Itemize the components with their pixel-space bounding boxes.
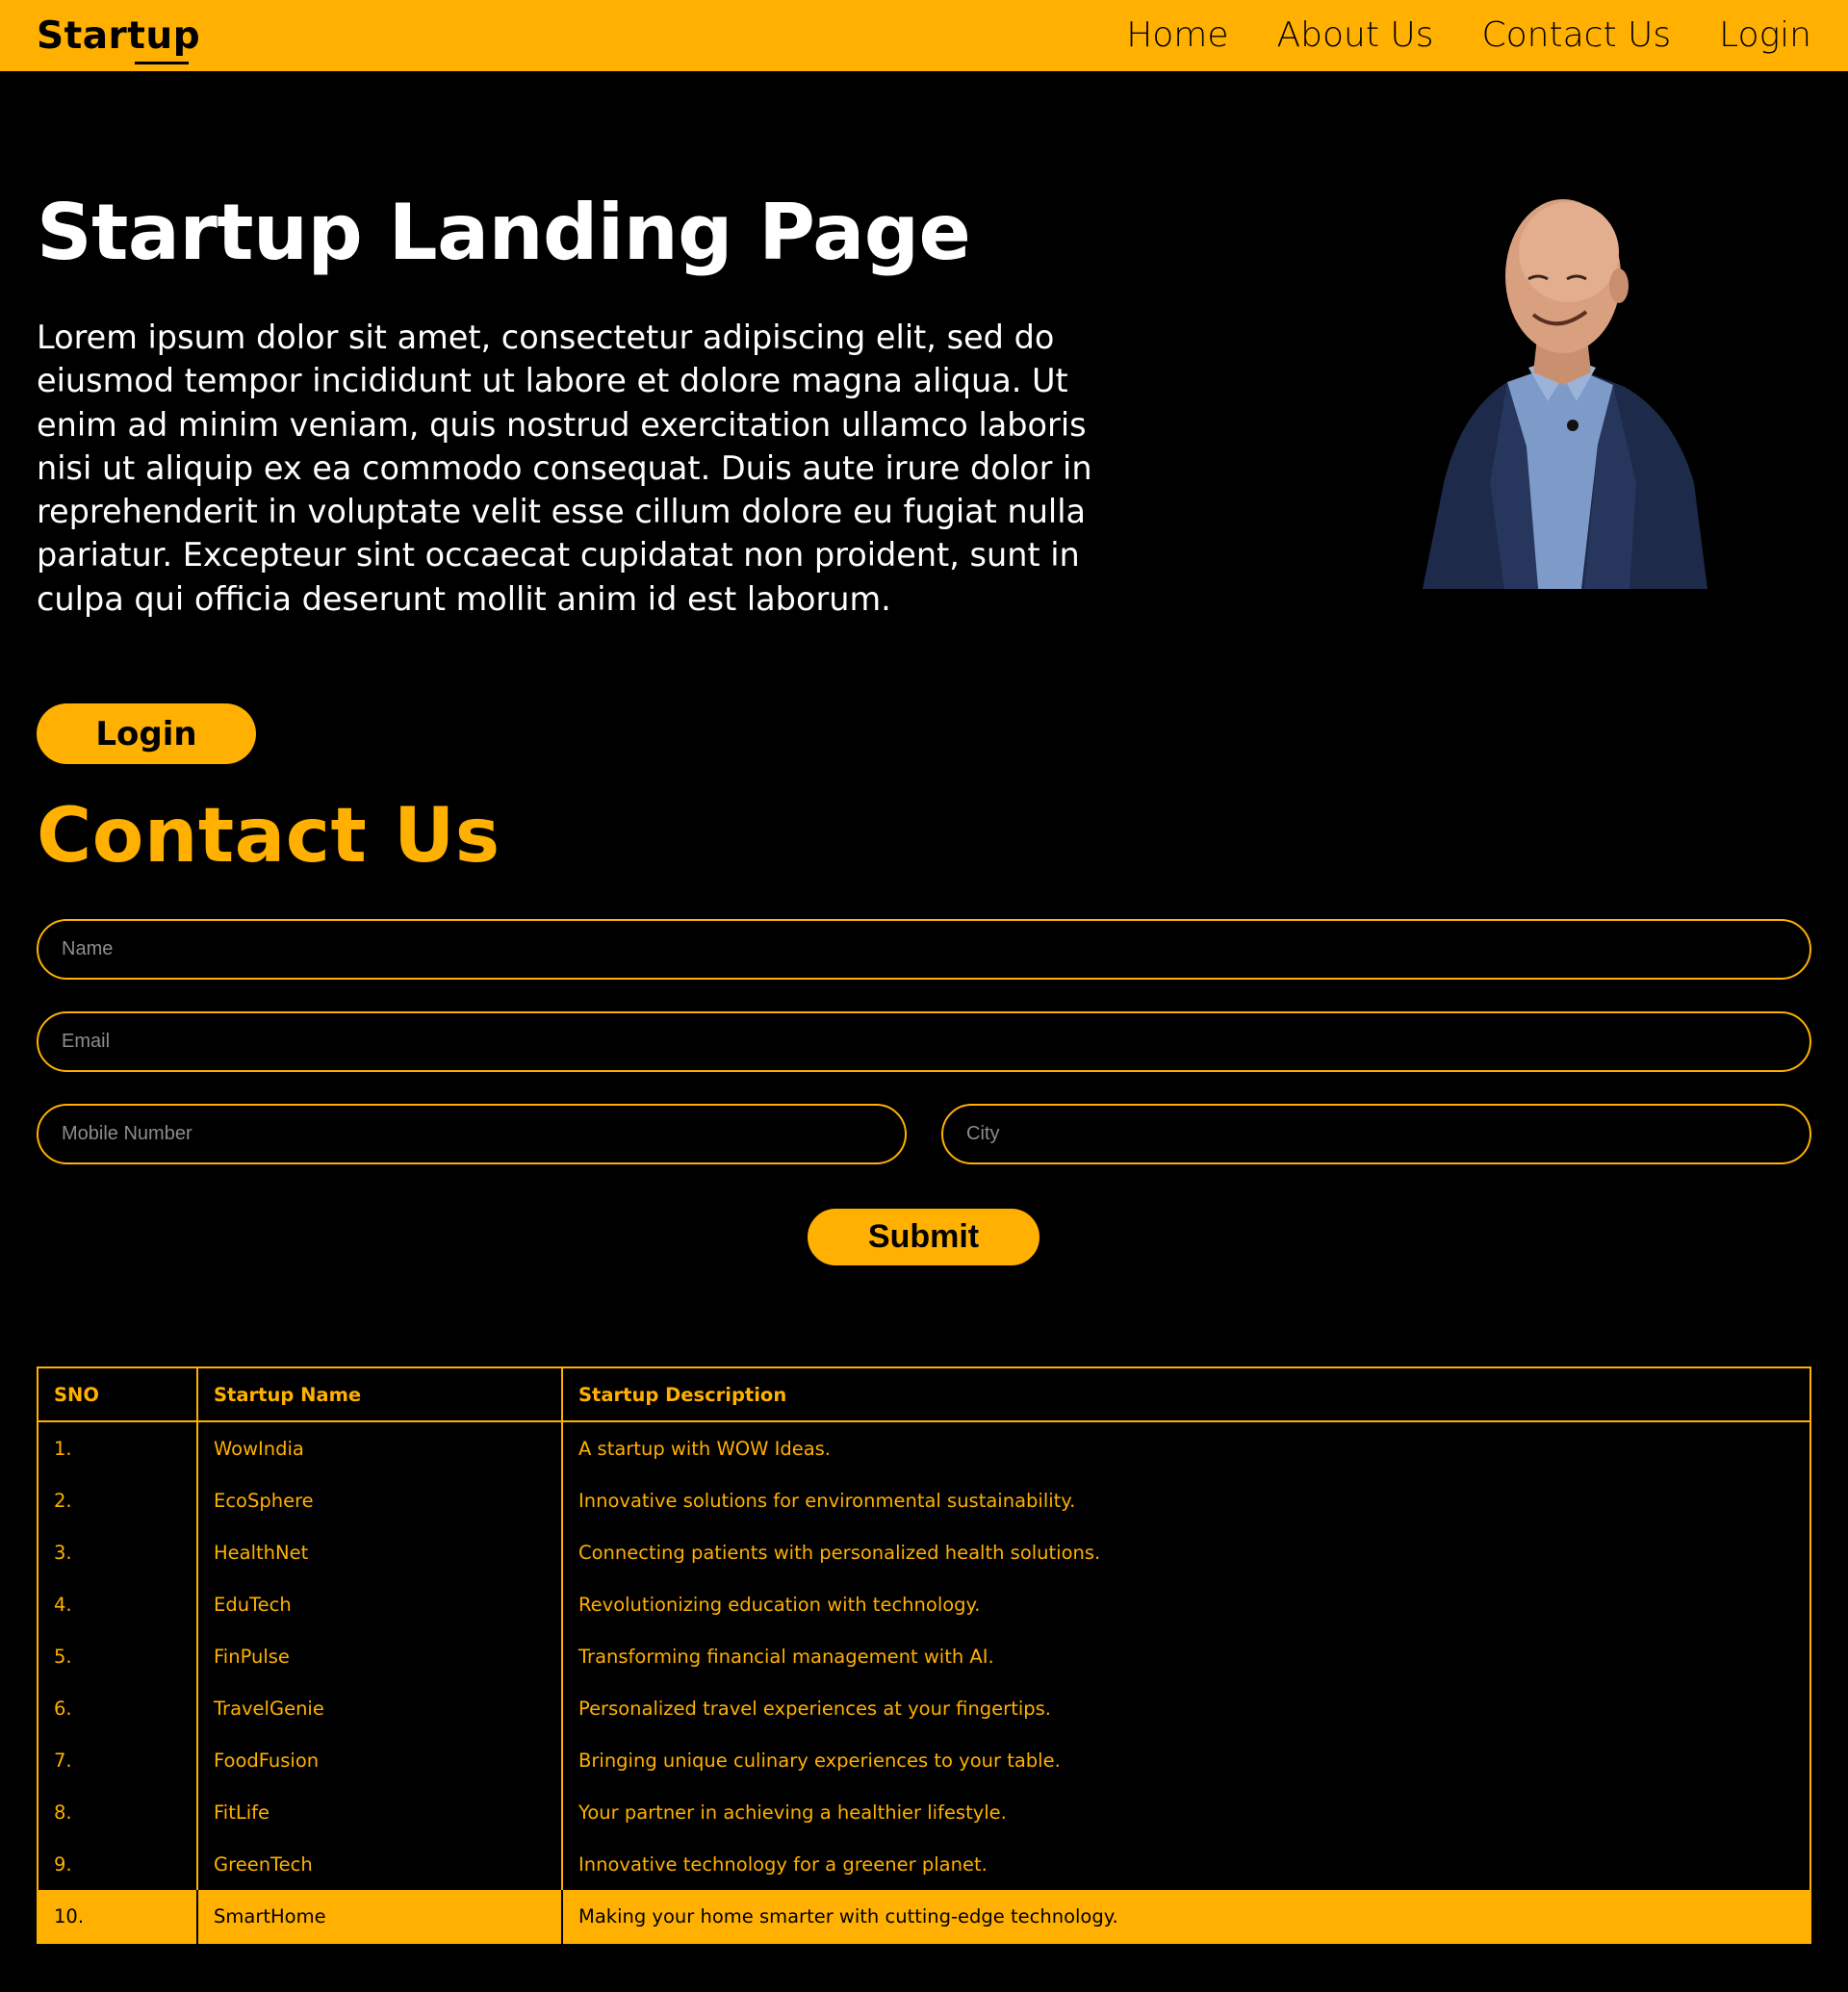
column-header-startup-name: Startup Name — [197, 1367, 563, 1422]
cell-sno: 2. — [38, 1474, 198, 1526]
table-row: 5. FinPulse Transforming financial manag… — [38, 1630, 1810, 1682]
logo-text: Startup — [37, 13, 201, 58]
cell-sno: 3. — [38, 1526, 198, 1578]
nav-link-home[interactable]: Home — [1126, 18, 1228, 53]
submit-button[interactable]: Submit — [806, 1207, 1041, 1267]
cell-startup-description: Your partner in achieving a healthier li… — [578, 1800, 1007, 1824]
cell-sno: 5. — [38, 1630, 198, 1682]
cell-startup-description: Making your home smarter with cutting-ed… — [562, 1890, 1810, 1943]
email-field[interactable] — [37, 1011, 1811, 1072]
cell-startup-name: EcoSphere — [197, 1474, 563, 1526]
hero-login-button[interactable]: Login — [37, 703, 256, 764]
cell-startup-name: FoodFusion — [197, 1734, 563, 1786]
table-row: 3. HealthNet Connecting patients with pe… — [38, 1526, 1810, 1578]
logo-underline — [135, 61, 189, 64]
cell-startup-name: FitLife — [197, 1786, 563, 1838]
cell-startup-description: Bringing unique culinary experiences to … — [578, 1749, 1061, 1772]
cell-sno: 10. — [38, 1890, 198, 1943]
hero-text: Startup Landing Page Lorem ipsum dolor s… — [37, 194, 1115, 621]
cell-startup-name: EduTech — [197, 1578, 563, 1630]
founder-photo — [1394, 194, 1734, 589]
startup-table-container: SNO Startup Name Startup Description 1. … — [37, 1366, 1811, 1944]
nav-link-contact-us[interactable]: Contact Us — [1482, 18, 1672, 53]
cell-startup-description: A startup with WOW Ideas. — [578, 1437, 832, 1460]
cell-sno: 9. — [38, 1838, 198, 1890]
hero-description: Lorem ipsum dolor sit amet, consectetur … — [37, 319, 1092, 618]
cell-startup-description: Revolutionizing education with technolog… — [578, 1593, 981, 1616]
contact-title: Contact Us — [37, 793, 500, 880]
table-row: 9. GreenTech Innovative technology for a… — [38, 1838, 1810, 1890]
cell-startup-description: Transforming financial management with A… — [578, 1645, 994, 1668]
cell-startup-description: Innovative solutions for environmental s… — [578, 1489, 1076, 1512]
top-navbar: Startup Home About Us Contact Us Login — [0, 0, 1848, 71]
nav-links: Home About Us Contact Us Login — [1126, 18, 1811, 53]
cell-startup-description: Personalized travel experiences at your … — [578, 1697, 1051, 1720]
table-row: 4. EduTech Revolutionizing education wit… — [38, 1578, 1810, 1630]
nav-link-login[interactable]: Login — [1719, 18, 1811, 53]
table-row: 8. FitLife Your partner in achieving a h… — [38, 1786, 1810, 1838]
cell-startup-name: FinPulse — [197, 1630, 563, 1682]
cell-startup-name: SmartHome — [197, 1890, 563, 1943]
city-field[interactable] — [941, 1104, 1811, 1164]
name-field[interactable] — [37, 919, 1811, 980]
table-row: 6. TravelGenie Personalized travel exper… — [38, 1682, 1810, 1734]
cell-sno: 6. — [38, 1682, 198, 1734]
column-header-sno: SNO — [38, 1367, 198, 1422]
column-header-startup-description: Startup Description — [562, 1367, 1810, 1422]
table-header-row: SNO Startup Name Startup Description — [38, 1367, 1810, 1422]
hero-section: Startup Landing Page Lorem ipsum dolor s… — [0, 71, 1848, 764]
cell-startup-description: Connecting patients with personalized he… — [578, 1541, 1101, 1564]
cell-startup-name: GreenTech — [197, 1838, 563, 1890]
cell-startup-name: WowIndia — [197, 1421, 563, 1474]
mobile-number-field[interactable] — [37, 1104, 907, 1164]
cell-sno: 1. — [38, 1421, 198, 1474]
hero-title: Startup Landing Page — [37, 188, 971, 277]
table-row-highlighted: 10. SmartHome Making your home smarter w… — [38, 1890, 1810, 1943]
startup-table: SNO Startup Name Startup Description 1. … — [37, 1366, 1811, 1944]
cell-startup-description: Innovative technology for a greener plan… — [578, 1852, 988, 1876]
table-row: 1. WowIndia A startup with WOW Ideas. — [38, 1421, 1810, 1474]
logo[interactable]: Startup — [37, 13, 201, 64]
table-row: 7. FoodFusion Bringing unique culinary e… — [38, 1734, 1810, 1786]
cell-startup-name: TravelGenie — [197, 1682, 563, 1734]
cell-startup-name: HealthNet — [197, 1526, 563, 1578]
cell-sno: 8. — [38, 1786, 198, 1838]
cell-sno: 4. — [38, 1578, 198, 1630]
nav-link-about-us[interactable]: About Us — [1277, 18, 1434, 53]
cell-sno: 7. — [38, 1734, 198, 1786]
table-row: 2. EcoSphere Innovative solutions for en… — [38, 1474, 1810, 1526]
